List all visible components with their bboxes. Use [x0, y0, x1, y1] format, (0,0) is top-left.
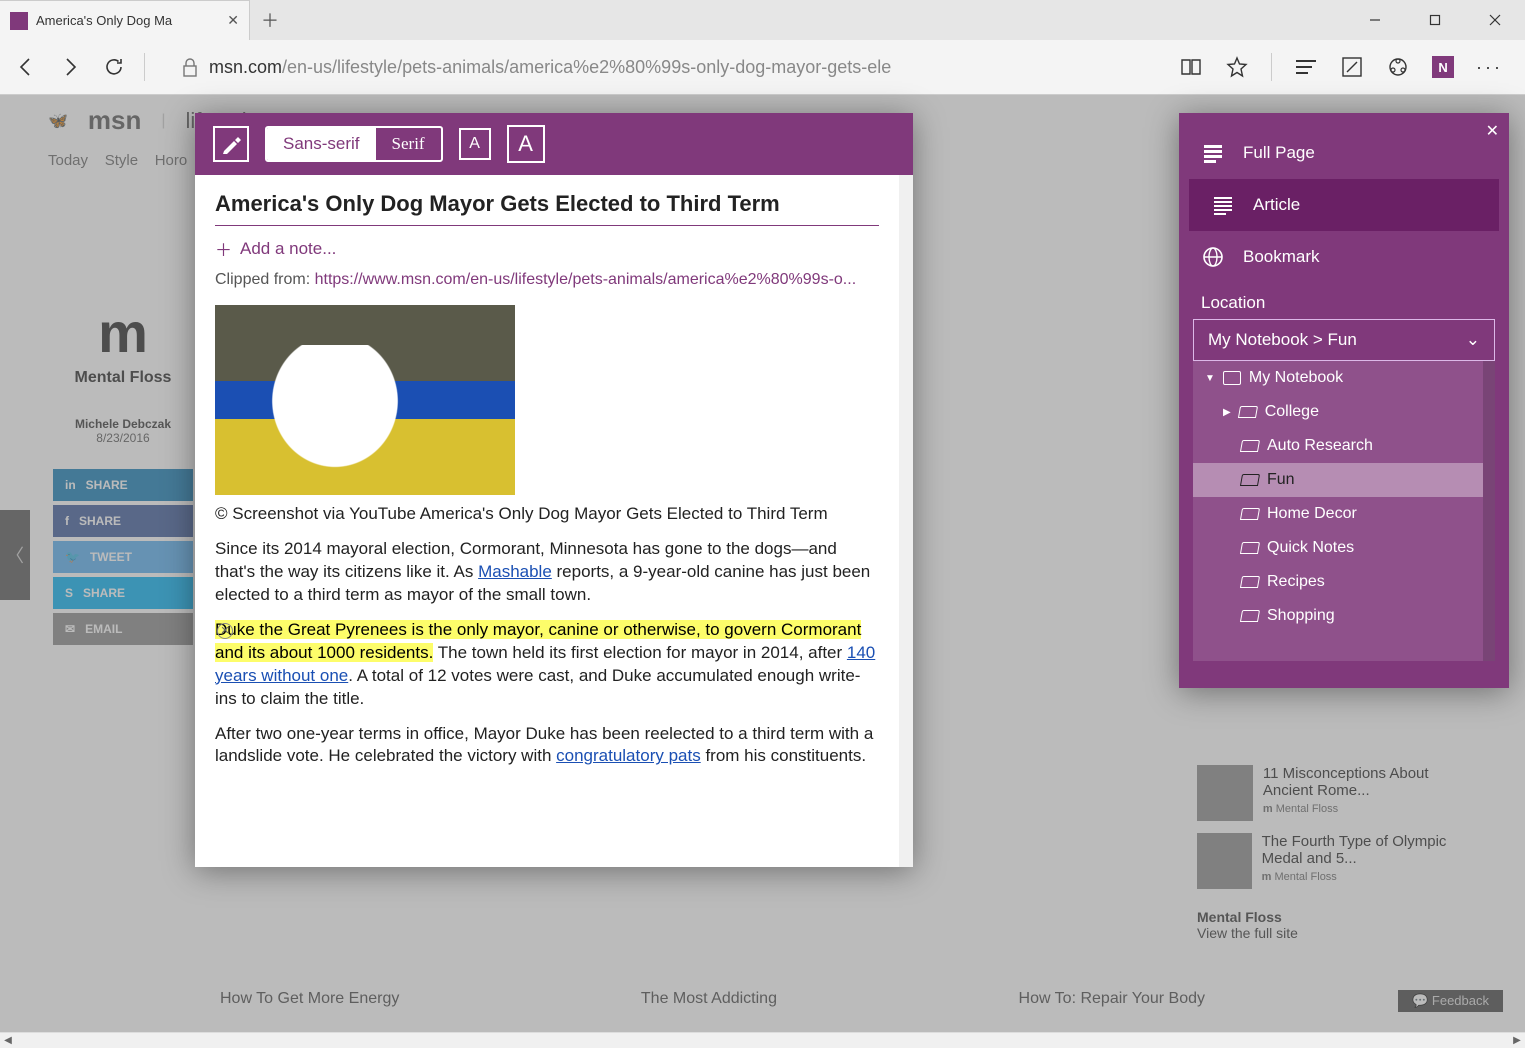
clipped-from: Clipped from: https://www.msn.com/en-us/… [215, 271, 879, 299]
section-node[interactable]: Home Decor [1193, 497, 1483, 531]
section-group-node[interactable]: ▶ College [1193, 395, 1483, 429]
section-icon [1240, 542, 1260, 554]
add-note-button[interactable]: ＋ Add a note... [215, 226, 879, 271]
expand-icon[interactable]: ▶ [1223, 407, 1231, 418]
browser-tab[interactable]: America's Only Dog Ma ✕ [0, 0, 250, 40]
chevron-down-icon: ⌄ [1466, 330, 1480, 350]
clip-article-body: © Screenshot via YouTube America's Only … [195, 305, 899, 800]
horizontal-scrollbar[interactable]: ◀ ▶ [0, 1032, 1525, 1048]
minimize-button[interactable] [1345, 0, 1405, 40]
notebook-tree: ▼ My Notebook ▶ College Auto Research Fu… [1193, 361, 1495, 661]
section-node[interactable]: Auto Research [1193, 429, 1483, 463]
highlighter-button[interactable] [213, 126, 249, 162]
scroll-left-button[interactable]: ◀ [0, 1033, 16, 1048]
new-tab-button[interactable]: ＋ [250, 0, 290, 40]
url-text: msn.com/en-us/lifestyle/pets-animals/ame… [209, 57, 891, 78]
sans-serif-button[interactable]: Sans-serif [267, 128, 376, 160]
clipper-preview-panel: Sans-serif Serif A A America's Only Dog … [195, 113, 913, 867]
back-button[interactable] [12, 53, 40, 81]
article-paragraph: After two one-year terms in office, Mayo… [215, 723, 879, 769]
address-bar: msn.com/en-us/lifestyle/pets-animals/ame… [0, 40, 1525, 95]
location-label: Location [1179, 283, 1509, 319]
full-page-icon [1201, 141, 1225, 165]
tab-favicon-icon [10, 12, 28, 30]
close-panel-button[interactable]: ✕ [1486, 121, 1499, 141]
font-smaller-button[interactable]: A [459, 128, 491, 160]
lock-icon [181, 56, 199, 78]
clipper-toolbar: Sans-serif Serif A A [195, 113, 913, 175]
refresh-button[interactable] [100, 53, 128, 81]
more-button[interactable]: ··· [1476, 57, 1503, 78]
font-larger-button[interactable]: A [507, 125, 545, 163]
dismiss-highlight-button[interactable]: ✕ [217, 623, 233, 639]
section-group-icon [1238, 406, 1258, 418]
hub-button[interactable] [1294, 58, 1318, 76]
article-paragraph: Since its 2014 mayoral election, Cormora… [215, 538, 879, 607]
location-dropdown[interactable]: My Notebook > Fun ⌄ [1193, 319, 1495, 361]
section-node[interactable]: Recipes [1193, 565, 1483, 599]
reading-view-button[interactable] [1179, 55, 1203, 79]
article-hero-image [215, 305, 515, 495]
plus-icon: ＋ [215, 236, 232, 261]
notebook-icon [1223, 371, 1241, 385]
tab-title: America's Only Dog Ma [36, 13, 219, 28]
close-window-button[interactable] [1465, 0, 1525, 40]
favorite-button[interactable] [1225, 55, 1249, 79]
section-node[interactable]: Quick Notes [1193, 531, 1483, 565]
section-icon [1240, 440, 1260, 452]
full-page-mode[interactable]: Full Page [1179, 127, 1509, 179]
section-icon [1240, 610, 1260, 622]
section-icon [1240, 474, 1260, 486]
url-field[interactable]: msn.com/en-us/lifestyle/pets-animals/ame… [161, 56, 1163, 78]
share-button[interactable] [1386, 55, 1410, 79]
clipper-options-panel: ✕ Full Page Article Bookmark Location My… [1179, 113, 1509, 688]
article-paragraph: Duke the Great Pyrenees is the only mayo… [215, 619, 879, 711]
serif-button[interactable]: Serif [376, 128, 441, 160]
section-icon [1240, 576, 1260, 588]
tab-close-button[interactable]: ✕ [227, 12, 239, 29]
section-node[interactable]: Shopping [1193, 599, 1483, 633]
maximize-button[interactable] [1405, 0, 1465, 40]
clip-title: America's Only Dog Mayor Gets Elected to… [215, 191, 879, 226]
scroll-right-button[interactable]: ▶ [1509, 1033, 1525, 1048]
mashable-link[interactable]: Mashable [478, 562, 552, 581]
article-mode[interactable]: Article [1189, 179, 1499, 231]
notes-button[interactable] [1340, 55, 1364, 79]
font-toggle: Sans-serif Serif [265, 126, 443, 162]
section-icon [1240, 508, 1260, 520]
section-node[interactable]: Fun [1193, 463, 1483, 497]
titlebar: America's Only Dog Ma ✕ ＋ [0, 0, 1525, 40]
globe-icon [1201, 245, 1225, 269]
article-icon [1211, 193, 1235, 217]
collapse-icon[interactable]: ▼ [1205, 373, 1215, 384]
article-link[interactable]: congratulatory pats [556, 746, 701, 765]
notebook-node[interactable]: ▼ My Notebook [1193, 361, 1483, 395]
onenote-extension-button[interactable]: N [1432, 56, 1454, 78]
image-caption: © Screenshot via YouTube America's Only … [215, 503, 879, 526]
forward-button[interactable] [56, 53, 84, 81]
bookmark-mode[interactable]: Bookmark [1179, 231, 1509, 283]
